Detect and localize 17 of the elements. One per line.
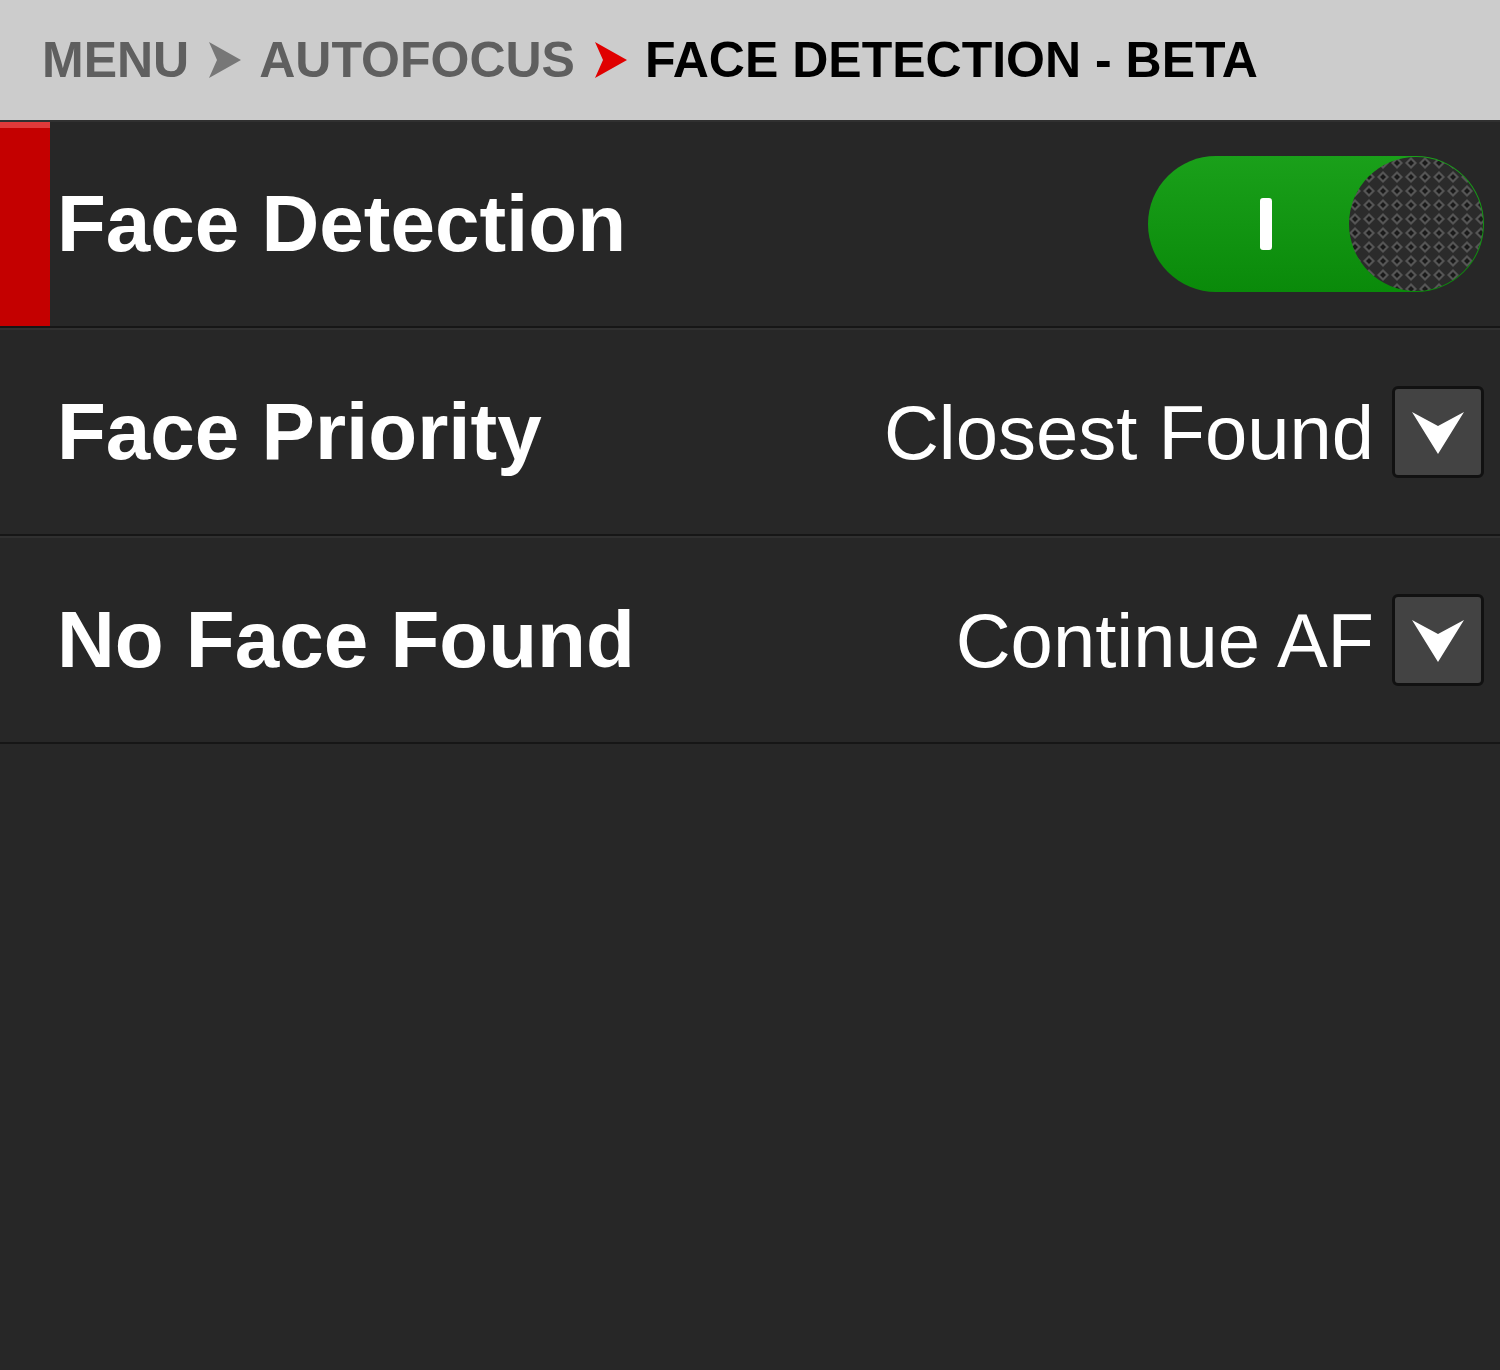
- dropdown-button[interactable]: [1392, 386, 1484, 478]
- setting-value: Continue AF: [955, 596, 1374, 684]
- setting-label: No Face Found: [57, 594, 636, 686]
- breadcrumb-item[interactable]: FACE DETECTION - BETA: [644, 31, 1258, 89]
- toggle-knob-icon: [1348, 156, 1484, 292]
- setting-row[interactable]: No Face Found Continue AF: [0, 536, 1500, 744]
- on-indicator-icon: [1260, 198, 1272, 250]
- setting-label: Face Detection: [57, 178, 628, 270]
- setting-label: Face Priority: [57, 386, 543, 478]
- breadcrumb-item[interactable]: AUTOFOCUS: [259, 31, 575, 89]
- setting-value: Closest Found: [883, 388, 1374, 476]
- chevron-icon: [592, 40, 627, 80]
- setting-row[interactable]: Face Detection: [0, 120, 1500, 328]
- breadcrumb-item[interactable]: MENU: [42, 31, 190, 89]
- chevron-icon: [207, 40, 242, 80]
- setting-row[interactable]: Face Priority Closest Found: [0, 328, 1500, 536]
- dropdown-button[interactable]: [1392, 594, 1484, 686]
